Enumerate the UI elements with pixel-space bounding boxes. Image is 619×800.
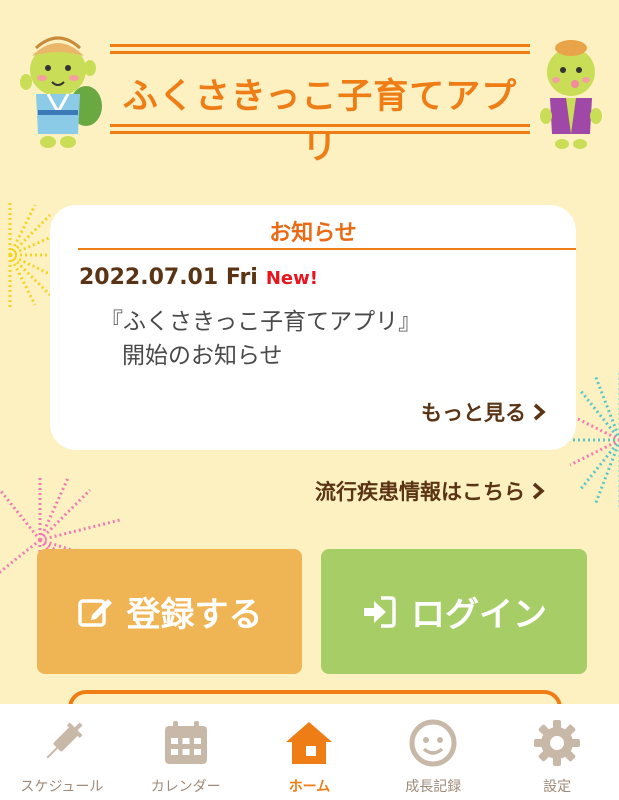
edit-icon [77,598,112,627]
more-link-label: もっと見る [421,401,526,425]
epidemic-info-label: 流行疾患情報はこちら [315,480,525,504]
login-button[interactable]: ログイン [321,549,587,674]
app-title: ふくさきっこ子育てアプリ [122,77,518,168]
calendar-icon [164,721,207,764]
smiley-face-icon [409,719,457,767]
notice-body-line1: 『ふくさきっこ子育てアプリ』 [100,309,422,335]
nav-label-home: ホーム [288,779,331,795]
epidemic-info-link[interactable]: 流行疾患情報はこちら [315,476,545,506]
home-icon [286,722,333,764]
notice-date: 2022.07.01 Fri New! [79,265,318,290]
app-header: ふくさきっこ子育てアプリ [0,0,619,180]
nav-item-schedule[interactable]: スケジュール [0,704,124,800]
nav-label-settings: 設定 [543,779,572,795]
notice-item-link[interactable]: 『ふくさきっこ子育てアプリ』 開始のお知らせ [100,305,421,373]
nav-item-calendar[interactable]: カレンダー [124,704,248,800]
notice-date-text: 2022.07.01 Fri [79,265,258,290]
chevron-right-icon [533,403,546,421]
sign-in-icon [364,595,396,628]
mascot-right-image [540,40,602,149]
app-title-banner: ふくさきっこ子育てアプリ [110,44,530,168]
notice-card: お知らせ 2022.07.01 Fri New! 『ふくさきっこ子育てアプリ』 開… [50,205,576,450]
login-label: ログイン [411,595,547,635]
syringe-icon [46,722,83,759]
nav-label-growth-record: 成長記録 [405,779,462,795]
register-button[interactable]: 登録する [37,549,302,674]
more-link[interactable]: もっと見る [421,397,546,427]
chevron-right-icon [532,482,545,500]
notice-heading: お知らせ [269,221,357,246]
register-label: 登録する [126,595,263,635]
nav-item-settings[interactable]: 設定 [495,704,619,800]
bottom-navigation: スケジュール カレンダー ホーム 成長記録 設定 [0,704,619,800]
new-badge: New! [265,268,318,289]
gear-icon [534,720,581,766]
notice-body-line2: 開始のお知らせ [122,343,283,369]
mascot-left-image [20,36,102,148]
notice-divider [78,248,576,250]
nav-item-growth-record[interactable]: 成長記録 [371,704,495,800]
nav-label-calendar: カレンダー [150,779,221,795]
nav-label-schedule: スケジュール [20,779,104,795]
nav-item-home[interactable]: ホーム [248,704,372,800]
